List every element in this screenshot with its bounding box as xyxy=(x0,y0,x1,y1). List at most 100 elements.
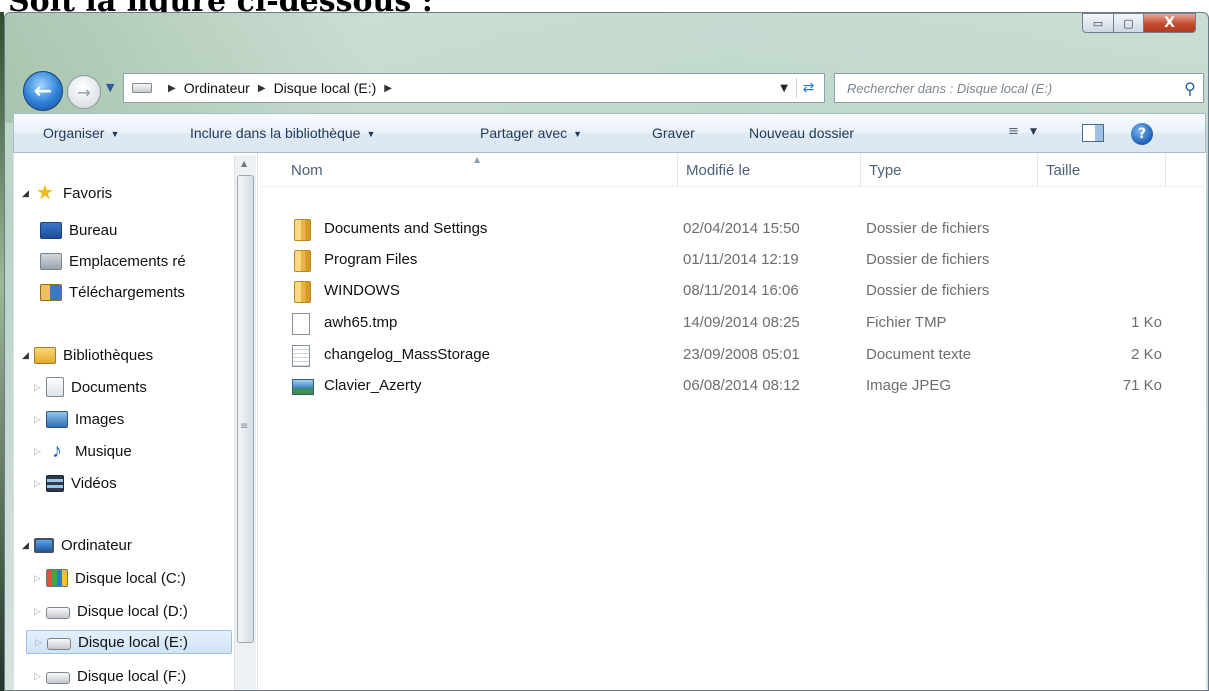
file-row[interactable]: Program Files 01/11/2014 12:19 Dossier d… xyxy=(288,246,1168,276)
nav-videos[interactable]: ▷ Vidéos xyxy=(34,471,117,495)
address-dropdown-icon[interactable]: ▼ xyxy=(780,83,788,94)
collapse-triangle-icon[interactable]: ▷ xyxy=(34,446,46,457)
collapse-triangle-icon[interactable]: ▷ xyxy=(34,671,46,682)
column-modified[interactable]: Modifié le xyxy=(678,153,861,187)
file-name: Documents and Settings xyxy=(324,220,488,237)
navigation-pane: ◢ ★ Favoris Bureau Emplacements ré Téléc… xyxy=(14,153,258,690)
address-controls: ▼ ⇄ xyxy=(780,78,820,98)
file-name: changelog_MassStorage xyxy=(324,346,490,363)
breadcrumb-separator[interactable]: ▶ xyxy=(384,83,392,94)
nav-downloads[interactable]: Téléchargements xyxy=(40,280,185,304)
nav-drive-e[interactable]: ▷ Disque local (E:) xyxy=(26,630,232,654)
sort-ascending-icon: ▲ xyxy=(474,155,481,164)
nav-label: Vidéos xyxy=(71,474,117,492)
address-bar[interactable]: ▶ Ordinateur ▶ Disque local (E:) ▶ ▼ ⇄ xyxy=(123,73,825,103)
file-row[interactable]: awh65.tmp 14/09/2014 08:25 Fichier TMP 1… xyxy=(288,309,1168,339)
share-menu[interactable]: Partager avec ▼ xyxy=(480,125,582,141)
forward-button[interactable]: → xyxy=(67,75,101,109)
nav-recent-places[interactable]: Emplacements ré xyxy=(40,249,186,273)
breadcrumb-computer[interactable]: Ordinateur xyxy=(184,80,250,96)
include-label: Inclure dans la bibliothèque xyxy=(190,125,361,141)
nav-libraries[interactable]: ◢ Bibliothèques xyxy=(22,343,153,367)
refresh-icon[interactable]: ⇄ xyxy=(796,78,820,98)
back-arrow-icon: ← xyxy=(33,78,53,104)
minimize-button[interactable]: ▭ xyxy=(1082,13,1114,33)
help-icon[interactable]: ? xyxy=(1131,123,1153,145)
folder-icon xyxy=(294,250,311,272)
new-folder-button[interactable]: Nouveau dossier xyxy=(749,125,854,141)
breadcrumb-separator[interactable]: ▶ xyxy=(258,83,266,94)
back-button[interactable]: ← xyxy=(23,71,63,111)
nav-images[interactable]: ▷ Images xyxy=(34,407,124,431)
nav-desktop[interactable]: Bureau xyxy=(40,218,117,242)
nav-label: Disque local (F:) xyxy=(77,667,187,685)
collapse-triangle-icon[interactable]: ▷ xyxy=(34,478,46,489)
file-row[interactable]: Documents and Settings 02/04/2014 15:50 … xyxy=(288,215,1168,245)
share-label: Partager avec xyxy=(480,125,568,141)
file-row[interactable]: changelog_MassStorage 23/09/2008 05:01 D… xyxy=(288,341,1168,371)
nav-computer[interactable]: ◢ Ordinateur xyxy=(22,533,132,557)
nav-drive-c[interactable]: ▷ Disque local (C:) xyxy=(34,566,186,590)
breadcrumb-drive-e[interactable]: Disque local (E:) xyxy=(274,80,377,96)
chevron-down-icon[interactable]: ▼ xyxy=(1030,127,1037,137)
include-library-menu[interactable]: Inclure dans la bibliothèque ▼ xyxy=(190,125,375,141)
file-row[interactable]: WINDOWS 08/11/2014 16:06 Dossier de fich… xyxy=(288,277,1168,307)
recent-places-icon xyxy=(40,252,62,270)
nav-scrollbar[interactable]: ▲ ≡ xyxy=(234,155,256,690)
nav-documents[interactable]: ▷ Documents xyxy=(34,375,147,399)
column-name[interactable]: Nom xyxy=(283,153,678,187)
column-size[interactable]: Taille xyxy=(1038,153,1166,187)
nav-drive-d[interactable]: ▷ Disque local (D:) xyxy=(34,599,188,623)
maximize-button[interactable]: ▢ xyxy=(1114,13,1144,33)
nav-label: Disque local (E:) xyxy=(78,633,189,651)
history-dropdown-icon[interactable]: ▼ xyxy=(106,81,114,94)
star-icon: ★ xyxy=(36,181,54,204)
file-name: Program Files xyxy=(324,251,418,268)
breadcrumb-separator[interactable]: ▶ xyxy=(168,83,176,94)
view-options-icon[interactable]: ≡ xyxy=(1008,124,1019,139)
file-modified: 14/09/2014 08:25 xyxy=(683,314,800,331)
collapse-triangle-icon[interactable]: ▷ xyxy=(34,573,46,584)
content-area: ◢ ★ Favoris Bureau Emplacements ré Téléc… xyxy=(13,153,1207,690)
file-type: Fichier TMP xyxy=(866,314,947,331)
expand-triangle-icon[interactable]: ◢ xyxy=(22,188,34,199)
expand-triangle-icon[interactable]: ◢ xyxy=(22,350,34,361)
column-type[interactable]: Type xyxy=(861,153,1038,187)
file-type: Image JPEG xyxy=(866,377,952,394)
file-type: Dossier de fichiers xyxy=(866,220,990,237)
nav-music[interactable]: ▷ ♪ Musique xyxy=(34,439,132,463)
scrollbar-thumb[interactable] xyxy=(237,175,254,643)
collapse-triangle-icon[interactable]: ▷ xyxy=(34,382,46,393)
search-box[interactable]: Rechercher dans : Disque local (E:) ⚲ xyxy=(834,73,1204,103)
scroll-up-icon[interactable]: ▲ xyxy=(241,159,247,168)
explorer-window: ▭ ▢ X ← → ▼ ▶ Ordinateur ▶ Disque local … xyxy=(4,12,1209,691)
preview-pane-icon[interactable] xyxy=(1082,124,1104,142)
file-name: Clavier_Azerty xyxy=(324,377,422,394)
nav-label: Musique xyxy=(75,442,132,460)
burn-button[interactable]: Graver xyxy=(652,125,695,141)
nav-drive-f[interactable]: ▷ Disque local (F:) xyxy=(34,664,186,688)
caption-buttons: ▭ ▢ X xyxy=(1082,13,1196,33)
scroll-grip-icon: ≡ xyxy=(240,421,249,432)
expand-triangle-icon[interactable]: ◢ xyxy=(22,540,34,551)
nav-label: Bibliothèques xyxy=(63,346,154,364)
forward-arrow-icon: → xyxy=(77,82,91,102)
nav-label: Disque local (D:) xyxy=(77,602,188,620)
nav-label: Ordinateur xyxy=(61,536,132,554)
nav-favorites[interactable]: ◢ ★ Favoris xyxy=(22,181,112,205)
search-icon[interactable]: ⚲ xyxy=(1177,76,1203,100)
collapse-triangle-icon[interactable]: ▷ xyxy=(34,606,46,617)
drive-icon xyxy=(46,607,70,619)
file-row[interactable]: Clavier_Azerty 06/08/2014 08:12 Image JP… xyxy=(288,372,1168,402)
file-modified: 06/08/2014 08:12 xyxy=(683,377,800,394)
documents-icon xyxy=(46,377,64,397)
drive-icon xyxy=(47,638,71,650)
file-name: awh65.tmp xyxy=(324,314,398,331)
file-size: 2 Ko xyxy=(1131,346,1162,363)
organise-menu[interactable]: Organiser ▼ xyxy=(43,125,119,141)
search-input[interactable]: Rechercher dans : Disque local (E:) xyxy=(847,81,1177,96)
nav-label: Disque local (C:) xyxy=(75,569,186,587)
close-button[interactable]: X xyxy=(1144,13,1196,33)
collapse-triangle-icon[interactable]: ▷ xyxy=(34,414,46,425)
collapse-triangle-icon[interactable]: ▷ xyxy=(35,637,47,648)
